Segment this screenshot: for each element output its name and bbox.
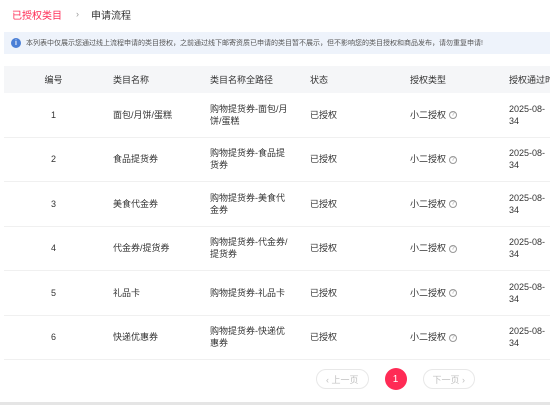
row-auth-time: 2025-08-34 xyxy=(509,281,546,304)
row-category-path-cell: 购物提货券-面包/月饼/蛋糕 xyxy=(201,103,301,127)
row-auth-type: 小二授权 xyxy=(410,332,447,343)
row-auth-time-cell: 2025-08-34 xyxy=(500,236,550,260)
row-id: 4 xyxy=(50,243,56,254)
table-row: 2 食品提货券 购物提货券-食品提货券 已授权 小二授权? 2025-08-34 xyxy=(4,138,550,182)
row-auth-type-cell: 小二授权? xyxy=(400,109,500,121)
row-auth-time-cell: 2025-08-34 xyxy=(500,103,550,127)
row-category-path-cell: 购物提货券-代金券/提货券 xyxy=(201,236,301,260)
help-icon[interactable]: ? xyxy=(449,289,458,298)
row-category-path-cell: 购物提货券-快递优惠券 xyxy=(201,325,301,349)
table-row: 1 面包/月饼/蛋糕 购物提货券-面包/月饼/蛋糕 已授权 小二授权? 2025… xyxy=(4,93,550,138)
column-header-auth-type: 授权类型 xyxy=(410,74,447,85)
column-header-category-path: 类目名称全路径 xyxy=(210,74,274,85)
column-header-category-name: 类目名称 xyxy=(113,74,150,85)
row-status: 已授权 xyxy=(310,243,338,254)
next-page-button[interactable]: 下一页 › xyxy=(422,369,475,389)
row-status: 已授权 xyxy=(310,287,338,298)
column-header-status: 状态 xyxy=(310,74,329,85)
table-header: 编号 类目名称 类目名称全路径 状态 授权类型 授权通过时 xyxy=(4,66,550,93)
row-id: 5 xyxy=(50,287,56,298)
row-category-name: 快递优惠券 xyxy=(113,332,159,343)
row-auth-type: 小二授权 xyxy=(410,243,447,254)
row-auth-type: 小二授权 xyxy=(410,287,447,298)
row-auth-type: 小二授权 xyxy=(410,154,447,165)
row-category-path: 购物提货券-食品提货券 xyxy=(210,148,285,171)
row-category-name: 代金券/提货券 xyxy=(113,243,170,254)
notice-text: 本列表中仅展示您通过线上流程申请的类目授权，之前通过线下邮寄资质已申请的类目暂不… xyxy=(26,40,483,47)
help-icon[interactable]: ? xyxy=(449,155,458,164)
row-category-path-cell: 购物提货券-食品提货券 xyxy=(201,147,301,171)
page-number-current[interactable]: 1 xyxy=(384,368,407,390)
row-auth-time: 2025-08-34 xyxy=(509,148,546,171)
column-header-auth-time: 授权通过时 xyxy=(509,74,550,85)
row-status: 已授权 xyxy=(310,154,338,165)
breadcrumb-application-process[interactable]: 申请流程 xyxy=(91,7,131,22)
table-row: 5 礼品卡 购物提货券-礼品卡 已授权 小二授权? 2025-08-34 xyxy=(4,271,550,316)
row-auth-type: 小二授权 xyxy=(410,109,447,120)
table-row: 6 快递优惠券 购物提货券-快递优惠券 已授权 小二授权? 2025-08-34 xyxy=(4,316,550,360)
pagination: ‹ 上一页 1 下一页 › xyxy=(316,368,475,390)
breadcrumb-authorized-categories-link[interactable]: 已授权类目 xyxy=(12,7,62,22)
row-category-path: 购物提货券-快递优惠券 xyxy=(210,326,285,349)
help-icon[interactable]: ? xyxy=(449,111,458,120)
row-id: 1 xyxy=(50,109,56,120)
row-auth-time: 2025-08-34 xyxy=(509,103,546,126)
notice-bar: i 本列表中仅展示您通过线上流程申请的类目授权，之前通过线下邮寄资质已申请的类目… xyxy=(4,32,550,54)
row-category-path: 购物提货券-代金券/提货券 xyxy=(210,237,288,260)
info-icon: i xyxy=(11,38,21,48)
breadcrumb: 已授权类目 › 申请流程 xyxy=(12,7,131,22)
row-auth-type-cell: 小二授权? xyxy=(400,242,500,254)
help-icon[interactable]: ? xyxy=(449,200,458,209)
row-auth-time-cell: 2025-08-34 xyxy=(500,281,550,305)
prev-page-button[interactable]: ‹ 上一页 xyxy=(316,369,369,389)
table-row: 3 美食代金券 购物提货券-美食代金券 已授权 小二授权? 2025-08-34 xyxy=(4,182,550,227)
authorized-category-table: 编号 类目名称 类目名称全路径 状态 授权类型 授权通过时 1 面包/月饼/蛋糕… xyxy=(4,66,550,360)
row-auth-type: 小二授权 xyxy=(410,198,447,209)
row-auth-time: 2025-08-34 xyxy=(509,192,546,215)
column-header-id: 编号 xyxy=(44,74,63,85)
help-icon[interactable]: ? xyxy=(449,244,458,253)
row-status: 已授权 xyxy=(310,332,338,343)
row-auth-time: 2025-08-34 xyxy=(509,326,546,349)
row-id: 3 xyxy=(50,198,56,209)
row-category-name: 面包/月饼/蛋糕 xyxy=(113,109,173,120)
row-auth-time: 2025-08-34 xyxy=(509,237,546,260)
row-auth-type-cell: 小二授权? xyxy=(400,153,500,165)
row-id: 6 xyxy=(50,332,56,343)
row-auth-time-cell: 2025-08-34 xyxy=(500,325,550,349)
row-auth-type-cell: 小二授权? xyxy=(400,331,500,343)
row-auth-type-cell: 小二授权? xyxy=(400,287,500,299)
chevron-right-icon: › xyxy=(76,9,79,19)
row-auth-time-cell: 2025-08-34 xyxy=(500,192,550,216)
row-category-path: 购物提货券-美食代金券 xyxy=(210,192,285,215)
row-category-path-cell: 购物提货券-礼品卡 xyxy=(201,287,301,299)
row-auth-time-cell: 2025-08-34 xyxy=(500,147,550,171)
help-icon[interactable]: ? xyxy=(449,333,458,342)
table-row: 4 代金券/提货券 购物提货券-代金券/提货券 已授权 小二授权? 2025-0… xyxy=(4,227,550,271)
row-status: 已授权 xyxy=(310,109,338,120)
row-category-name: 礼品卡 xyxy=(113,287,141,298)
row-category-path: 购物提货券-礼品卡 xyxy=(210,287,285,298)
row-category-path-cell: 购物提货券-美食代金券 xyxy=(201,192,301,216)
row-category-name: 美食代金券 xyxy=(113,198,159,209)
row-category-name: 食品提货券 xyxy=(113,154,159,165)
row-auth-type-cell: 小二授权? xyxy=(400,198,500,210)
row-id: 2 xyxy=(50,154,56,165)
row-status: 已授权 xyxy=(310,198,338,209)
row-category-path: 购物提货券-面包/月饼/蛋糕 xyxy=(210,103,288,126)
